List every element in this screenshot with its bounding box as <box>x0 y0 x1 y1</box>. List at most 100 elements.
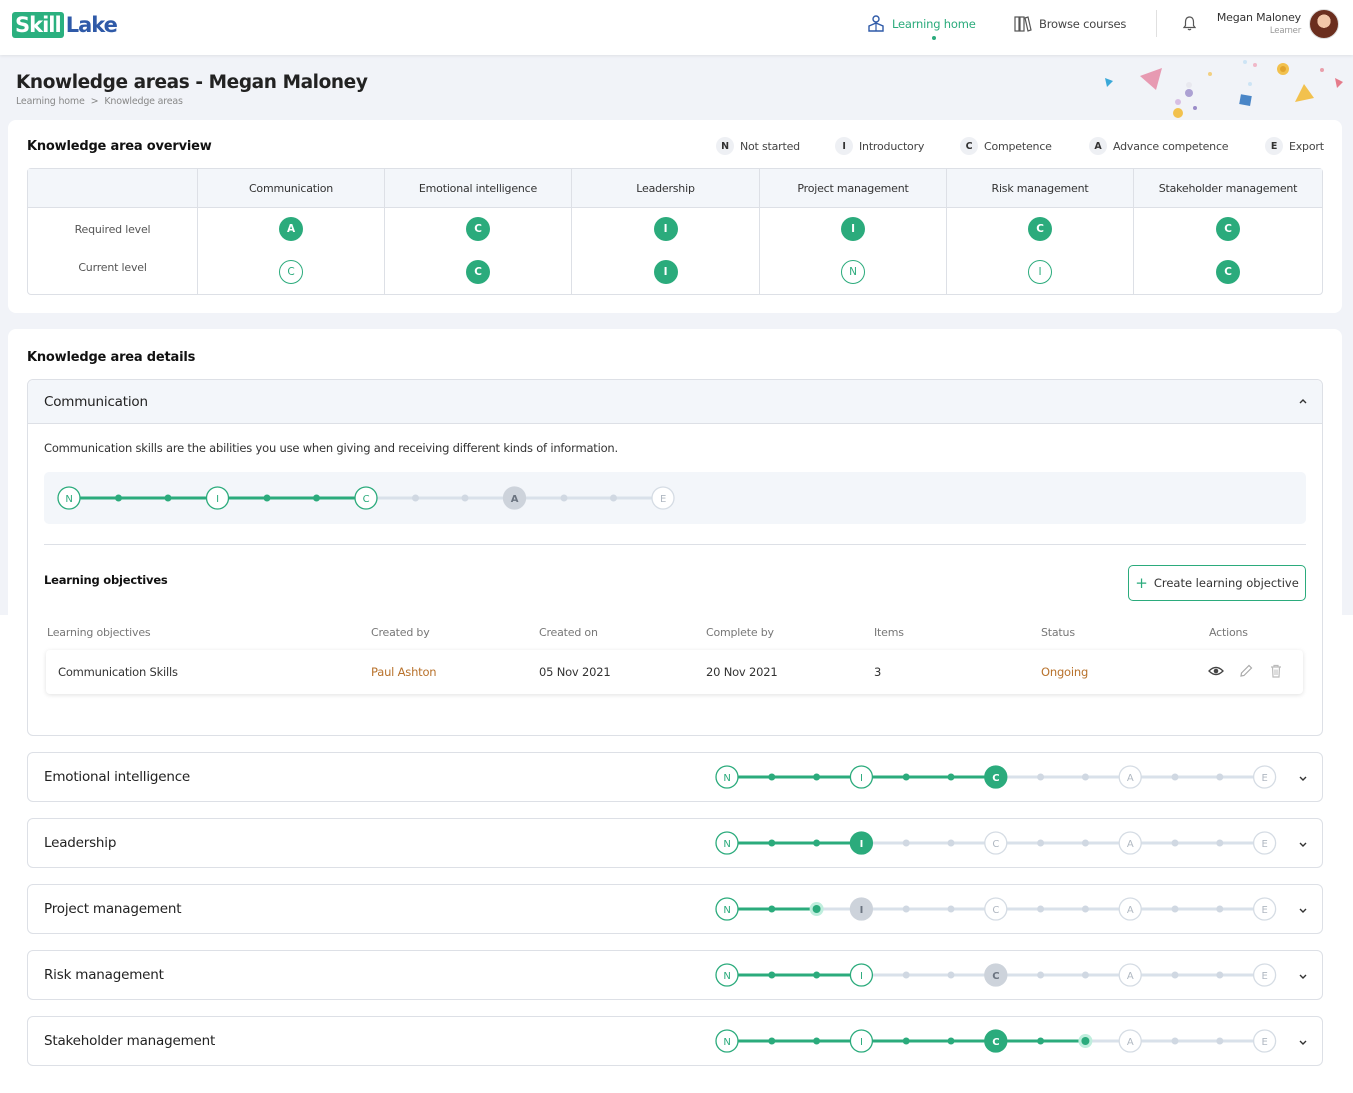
track-step-dot <box>1171 1037 1179 1045</box>
top-header: Skill Lake Learning home Browse courses M… <box>0 0 1353 55</box>
active-nav-indicator <box>932 36 936 40</box>
level-node-label: I <box>860 839 864 850</box>
legend-badge-i: I <box>835 137 853 155</box>
track-step-dot <box>947 839 955 847</box>
level-node-label: A <box>1127 773 1134 784</box>
current-position-dot <box>1081 1037 1090 1045</box>
level-node-label: E <box>1262 1037 1268 1048</box>
chevron-down-icon[interactable] <box>1298 972 1308 982</box>
learning-home-icon <box>868 15 884 32</box>
breadcrumb-learning-home[interactable]: Learning home <box>16 96 85 107</box>
objective-name: Communication Skills <box>58 665 178 679</box>
books-icon <box>1014 16 1032 32</box>
overview-column-header: Emotional intelligence <box>385 169 571 208</box>
col-header-actions: Actions <box>1209 626 1248 639</box>
legend-label: Competence <box>984 139 1052 153</box>
accordion-stakeholder-management[interactable]: Stakeholder management N I C A E <box>27 1016 1323 1066</box>
level-node-label: A <box>511 494 519 505</box>
nav-browse-courses[interactable]: Browse courses <box>1013 14 1126 34</box>
col-header-complete-by: Complete by <box>706 626 774 639</box>
level-node-label: N <box>723 905 730 916</box>
legend-label: Not started <box>740 139 800 153</box>
track-step-dot <box>1037 971 1045 979</box>
chevron-path <box>1299 1040 1307 1045</box>
legend-label: Advance competence <box>1113 139 1229 153</box>
required-level-badge: C <box>1216 217 1240 241</box>
section-divider <box>44 544 1306 545</box>
pencil-icon[interactable] <box>1238 663 1254 679</box>
user-role: Learner <box>1269 26 1301 36</box>
col-header-status: Status <box>1041 626 1075 639</box>
confetti-decoration <box>1105 60 1343 118</box>
accordion-title: Emotional intelligence <box>44 769 191 785</box>
track-step-dot <box>1037 1037 1045 1045</box>
bell-icon[interactable] <box>1181 15 1198 32</box>
row-label-current: Current level <box>78 261 147 274</box>
legend-export: E Export <box>1265 137 1324 155</box>
level-node-label: E <box>1262 773 1268 784</box>
legend-not-started: N Not started <box>716 137 800 155</box>
track-step-dot <box>768 1037 776 1045</box>
chevron-down-icon[interactable] <box>1298 906 1308 916</box>
accordion-communication: Communication Communication skills are t… <box>27 379 1323 736</box>
current-level-badge: I <box>653 260 678 284</box>
overview-column: Stakeholder management C C <box>1133 169 1322 294</box>
level-progress-track: NICAE <box>715 765 1277 789</box>
user-name[interactable]: Megan Maloney <box>1217 11 1301 24</box>
trash-icon[interactable] <box>1268 663 1284 679</box>
level-node-label: C <box>992 905 999 916</box>
accordion-emotional-intelligence[interactable]: Emotional intelligence N I C A E <box>27 752 1323 802</box>
level-node-label: A <box>1127 839 1134 850</box>
chevron-path <box>1299 908 1307 913</box>
track-step-dot <box>1171 905 1179 913</box>
track-step-dot <box>813 1037 821 1045</box>
track-step-dot <box>1037 773 1045 781</box>
chevron-down-icon[interactable] <box>1298 1038 1308 1048</box>
eye-icon[interactable] <box>1208 663 1224 679</box>
accordion-leadership[interactable]: Leadership N I C A E <box>27 818 1323 868</box>
items-count: 3 <box>874 665 882 679</box>
track-step-dot <box>813 971 821 979</box>
plus-icon: + <box>1135 574 1148 592</box>
skilllake-logo[interactable]: Skill Lake <box>12 12 118 38</box>
learning-objectives-title: Learning objectives <box>44 573 168 587</box>
track-step-dot <box>610 494 617 502</box>
overview-column: Risk management C I <box>946 169 1133 294</box>
track-step-dot <box>115 494 122 502</box>
track-step-dot <box>461 494 469 502</box>
level-node-label: I <box>860 971 863 982</box>
chevron-down-icon[interactable] <box>1298 774 1308 784</box>
col-header-objective: Learning objectives <box>47 626 151 639</box>
create-learning-objective-button[interactable]: + Create learning objective <box>1128 565 1306 601</box>
legend-label: Introductory <box>859 139 925 153</box>
level-node-label: C <box>992 773 999 784</box>
accordion-header[interactable]: Communication <box>28 380 1322 424</box>
accordion-risk-management[interactable]: Risk management N I C A E <box>27 950 1323 1000</box>
chevron-down-icon[interactable] <box>1298 840 1308 850</box>
knowledge-area-details-card: Knowledge area details Communication Com… <box>8 329 1342 1093</box>
overview-column-header: Risk management <box>947 169 1133 208</box>
chevron-path <box>1299 776 1307 781</box>
level-progress-track: NICAE <box>57 486 675 510</box>
track-step-dot <box>947 773 955 781</box>
overview-corner-cell <box>28 169 197 208</box>
current-level-badge: I <box>1028 260 1052 284</box>
row-label-required: Required level <box>74 223 151 236</box>
overview-column: Leadership I I <box>571 169 759 294</box>
accordion-project-management[interactable]: Project management N I C A E <box>27 884 1323 934</box>
status-badge: Ongoing <box>1041 665 1089 679</box>
track-step-dot <box>1216 839 1224 847</box>
track-step-dot <box>902 1037 910 1045</box>
track-step-dot <box>768 905 776 913</box>
required-level-badge: A <box>279 217 303 241</box>
level-node-label: E <box>1262 905 1268 916</box>
progress-track-box: NICAE <box>44 472 1306 524</box>
level-node-label: C <box>992 1037 999 1048</box>
create-learning-objective-label: Create learning objective <box>1153 576 1299 590</box>
track-step-dot <box>947 905 955 913</box>
chevron-up-icon[interactable] <box>1298 396 1308 406</box>
table-row[interactable]: Communication Skills Paul Ashton 05 Nov … <box>46 650 1303 694</box>
avatar[interactable] <box>1309 9 1339 39</box>
nav-learning-home[interactable]: Learning home <box>866 14 976 34</box>
track-step-dot <box>902 773 910 781</box>
